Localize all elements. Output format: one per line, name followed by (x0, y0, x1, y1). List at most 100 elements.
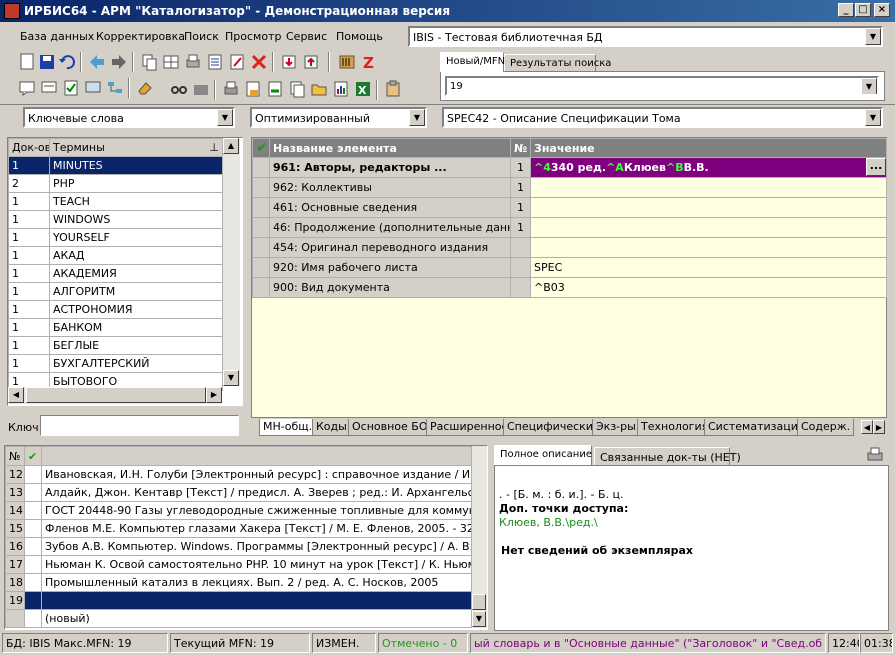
tab-mn-general[interactable]: МН-общ. (259, 419, 317, 436)
tab-technology[interactable]: Технология (637, 419, 713, 436)
records-vscroll[interactable]: ▼ (472, 446, 487, 628)
tab-codes[interactable]: Коды (312, 419, 351, 436)
minimize-button[interactable]: _ (838, 3, 854, 17)
comment-icon[interactable] (18, 79, 36, 97)
barcode-icon[interactable] (338, 53, 356, 71)
list-icon[interactable] (206, 53, 224, 71)
dictionary-row[interactable]: 1 БУХГАЛТЕРСКИЙ (8, 354, 223, 373)
col-docs-header[interactable]: Док-ов (8, 138, 50, 157)
field-row[interactable]: 461: Основные сведения 1 (252, 197, 887, 218)
dictionary-row[interactable]: 1 БАНКОМ (8, 318, 223, 337)
field-row[interactable]: 961: Авторы, редакторы ... 1 ^4340 ред.^AК… (252, 157, 887, 178)
dictionary-vscroll[interactable]: ▲ ▼ (223, 138, 240, 386)
dictionary-hscroll[interactable]: ◀ ▶ (8, 387, 222, 404)
record-checkbox[interactable] (24, 519, 42, 538)
copy-record-icon[interactable] (140, 53, 158, 71)
pin-icon[interactable]: ⊥ (209, 141, 219, 154)
record-checkbox[interactable] (24, 501, 42, 520)
record-row[interactable]: 19 (5, 591, 472, 610)
field-value[interactable] (530, 177, 887, 198)
chevron-down-icon[interactable]: ▼ (861, 78, 877, 94)
close-button[interactable]: × (874, 3, 890, 17)
field-value[interactable]: SPEC (530, 257, 887, 278)
ellipsis-button[interactable]: ... (866, 158, 886, 176)
tab-new-mfn[interactable]: Новый/MFN (440, 52, 505, 72)
tab-extended[interactable]: Расширенное (426, 419, 513, 436)
report-icon[interactable] (332, 80, 350, 98)
folder-open-icon[interactable] (310, 80, 328, 98)
worksheet-select[interactable]: SPEC42 - Описание Спецификации Тома ▼ (442, 107, 883, 128)
eraser-icon[interactable] (136, 79, 154, 97)
record-checkbox[interactable] (24, 591, 42, 610)
record-checkbox[interactable] (24, 609, 42, 628)
optimization-select[interactable]: Оптимизированный ▼ (250, 107, 427, 128)
dictionary-row[interactable]: 1 АКАД (8, 246, 223, 265)
print-list-icon[interactable] (244, 80, 262, 98)
undo-icon[interactable] (58, 53, 76, 71)
record-checkbox[interactable] (24, 573, 42, 592)
dictionary-row[interactable]: 2 PHP (8, 174, 223, 193)
col-record-header[interactable] (41, 446, 472, 466)
key-input[interactable] (40, 415, 239, 436)
search-mode-select[interactable]: Ключевые слова ▼ (23, 107, 235, 128)
record-row[interactable]: 12 Ивановская, И.Н. Голуби [Электронный р… (5, 465, 472, 484)
printer-icon[interactable] (866, 446, 884, 464)
dictionary-row[interactable]: 1 TEACH (8, 192, 223, 211)
record-row[interactable]: 13 Алдайк, Джон. Кентавр [Текст] / предис… (5, 483, 472, 502)
menu-search[interactable]: Поиск (184, 30, 219, 43)
z3950-icon[interactable]: Z (360, 53, 378, 71)
record-row[interactable]: 16 Зубов А.В. Компьютер. Windows. Програм… (5, 537, 472, 556)
record-row[interactable]: (новый) (5, 609, 472, 628)
record-checkbox[interactable] (24, 465, 42, 484)
record-row[interactable]: 18 Промышленный катализ в лекциях. Вып. 2… (5, 573, 472, 592)
scroll-thumb[interactable] (472, 594, 486, 610)
field-row[interactable]: 920: Имя рабочего листа SPEC (252, 257, 887, 278)
tab-linked-docs[interactable]: Связанные док-ты (НЕТ) (594, 447, 741, 465)
mfn-select[interactable]: 19 ▼ (445, 76, 879, 96)
record-row[interactable]: 17 Ньюман К. Освой самостоятельно PHP. 10… (5, 555, 472, 574)
scroll-down-icon[interactable]: ▼ (472, 611, 486, 627)
dictionary-row[interactable]: 1 АЛГОРИТМ (8, 282, 223, 301)
field-row[interactable]: 962: Коллективы 1 (252, 177, 887, 198)
tab-copies[interactable]: Экз-ры (592, 419, 640, 436)
record-checkbox[interactable] (24, 537, 42, 556)
back-arrow-icon[interactable] (88, 53, 106, 71)
print-record-icon[interactable] (184, 53, 202, 71)
scroll-right-icon[interactable]: ▶ (206, 387, 222, 403)
field-row[interactable]: 454: Оригинал переводного издания (252, 237, 887, 258)
field-row[interactable]: 900: Вид документа ^B03 (252, 277, 887, 298)
print-form-icon[interactable] (266, 80, 284, 98)
scroll-up-icon[interactable]: ▲ (223, 138, 239, 154)
documents-icon[interactable] (288, 80, 306, 98)
field-value[interactable] (530, 237, 887, 258)
scroll-thumb[interactable] (26, 387, 206, 403)
tab-systematization[interactable]: Систематизация (704, 419, 809, 436)
col-no-header[interactable]: № (5, 446, 25, 466)
tab-search-results[interactable]: Результаты поиска (504, 54, 611, 72)
tab-contents[interactable]: Содерж. (797, 419, 855, 436)
save-icon[interactable] (38, 53, 56, 71)
record-checkbox[interactable] (24, 555, 42, 574)
menu-database[interactable]: База данных (20, 30, 94, 43)
menu-view[interactable]: Просмотр (225, 30, 281, 43)
maximize-button[interactable]: □ (855, 3, 871, 17)
scroll-down-icon[interactable]: ▼ (223, 370, 239, 386)
folder-icon[interactable] (192, 80, 210, 98)
tab-full-description[interactable]: Полное описание (494, 445, 592, 465)
excel-icon[interactable]: X (354, 80, 372, 98)
glasses-icon[interactable] (170, 80, 188, 98)
message-icon[interactable] (40, 79, 58, 97)
dictionary-row[interactable]: 1 MINUTES (8, 156, 223, 175)
field-value[interactable] (530, 217, 887, 238)
menu-correction[interactable]: Корректировка (96, 30, 185, 43)
field-value[interactable]: ^B03 (530, 277, 887, 298)
new-record-icon[interactable] (18, 53, 36, 71)
field-value[interactable]: ^4340 ред.^AКлюев^BВ.В.... (530, 157, 887, 178)
tab-main-bo[interactable]: Основное БО (348, 419, 432, 436)
scroll-left-icon[interactable]: ◀ (8, 387, 24, 403)
tab-scroll-right-icon[interactable]: ▶ (873, 420, 885, 434)
record-row[interactable]: 14 ГОСТ 20448-90 Газы углеводородные сжиж… (5, 501, 472, 520)
forward-arrow-icon[interactable] (110, 53, 128, 71)
tab-specific[interactable]: Специфические (503, 419, 604, 436)
tree-icon[interactable] (106, 79, 124, 97)
